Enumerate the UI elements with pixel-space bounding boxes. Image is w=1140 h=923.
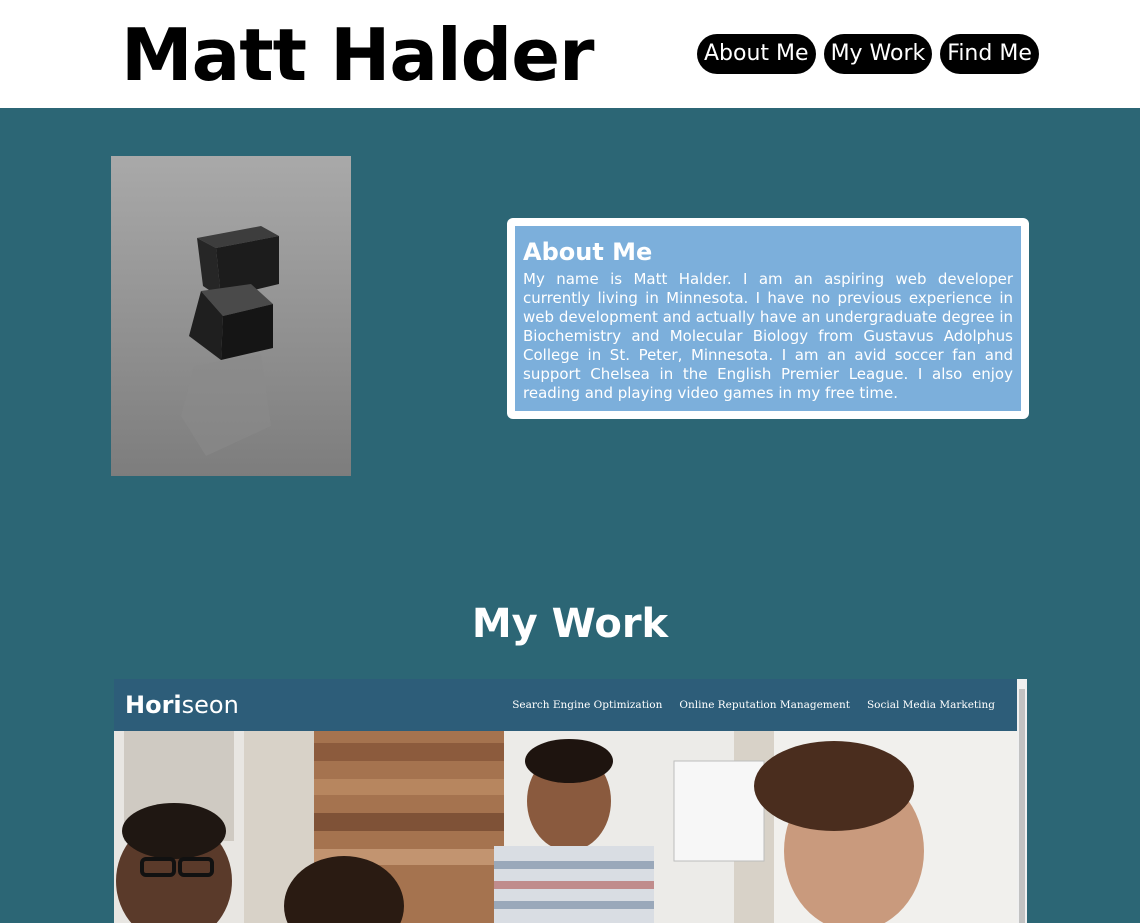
profile-photo [111, 156, 351, 476]
site-title: Matt Halder [121, 13, 595, 97]
main-nav: About Me My Work Find Me [697, 34, 1039, 74]
project-nav: Search Engine Optimization Online Reputa… [512, 698, 995, 712]
about-me-heading: About Me [523, 238, 653, 266]
project-scrollbar-thumb[interactable] [1019, 689, 1025, 923]
logo-prefix: Hori [125, 691, 182, 719]
about-me-text: My name is Matt Halder. I am an aspiring… [523, 270, 1013, 402]
logo-suffix: seon [181, 691, 239, 719]
horiseon-logo: Horiseon [125, 690, 239, 720]
my-work-heading: My Work [471, 601, 669, 647]
about-me-content: About Me My name is Matt Halder. I am an… [515, 226, 1021, 411]
project-nav-reputation[interactable]: Online Reputation Management [679, 698, 850, 712]
nav-my-work-button[interactable]: My Work [823, 34, 933, 74]
team-meeting-image [114, 731, 1017, 923]
project-hero-image [114, 731, 1017, 923]
project-nav-social[interactable]: Social Media Marketing [867, 698, 995, 712]
project-preview-horiseon[interactable]: Horiseon Search Engine Optimization Onli… [114, 679, 1027, 923]
project-header: Horiseon Search Engine Optimization Onli… [114, 679, 1017, 731]
about-me-card: About Me My name is Matt Halder. I am an… [507, 218, 1029, 419]
project-scrollbar[interactable] [1017, 679, 1027, 923]
nav-find-me-button[interactable]: Find Me [940, 34, 1039, 74]
nav-about-me-button[interactable]: About Me [697, 34, 816, 74]
project-nav-seo[interactable]: Search Engine Optimization [512, 698, 662, 712]
stacked-cubes-image [111, 156, 351, 476]
site-header: Matt Halder About Me My Work Find Me [0, 0, 1140, 108]
